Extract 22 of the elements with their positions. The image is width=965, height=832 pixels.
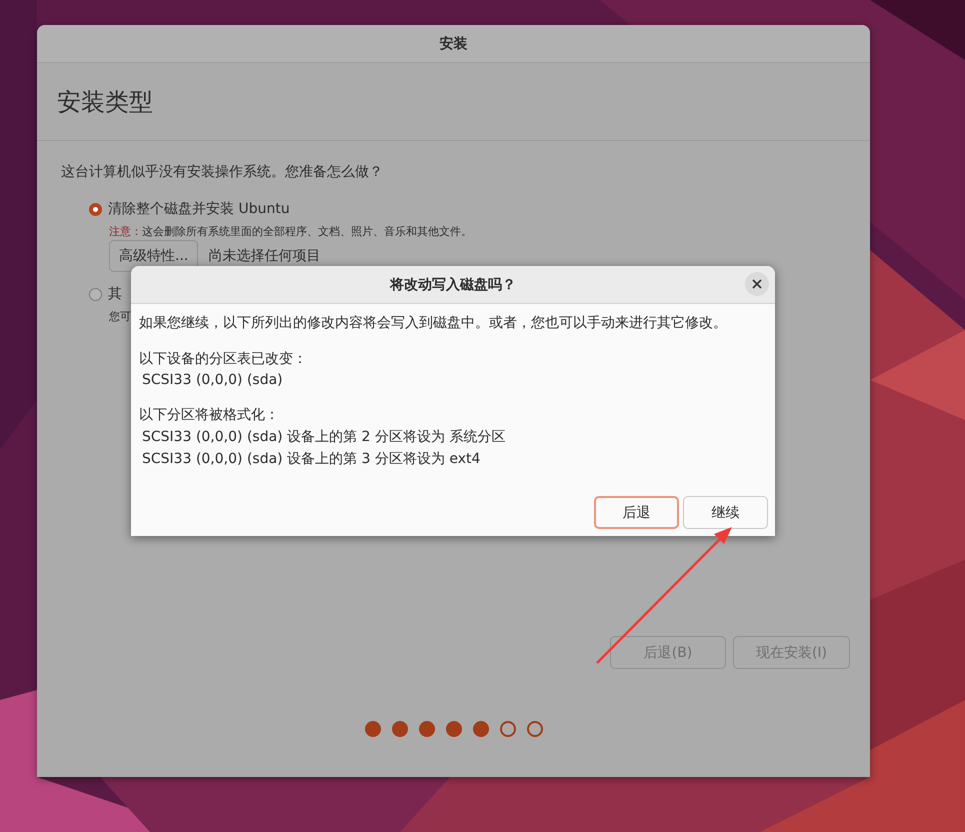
back-button[interactable]: 后退 xyxy=(594,496,679,529)
page-heading: 安装类型 xyxy=(57,86,153,118)
option-label[interactable]: 清除整个磁盘并安装 Ubuntu xyxy=(108,200,290,218)
option-label[interactable]: 其 xyxy=(108,285,122,303)
change-item: SCSI33 (0,0,0) (sda) 设备上的第 2 分区将设为 系统分区 xyxy=(142,428,506,446)
dialog-message: 如果您继续，以下所列出的修改内容将会写入到磁盘中。或者，您也可以手动来进行其它修改。 xyxy=(139,314,728,332)
question-text: 这台计算机似乎没有安装操作系统。您准备怎么做？ xyxy=(61,163,384,181)
close-button[interactable] xyxy=(745,272,769,296)
continue-button[interactable]: 继续 xyxy=(683,496,768,529)
section-heading: 以下设备的分区表已改变： xyxy=(139,350,308,368)
section-heading: 以下分区将被格式化： xyxy=(139,406,280,424)
selection-status: 尚未选择任何项目 xyxy=(208,247,320,265)
change-item: SCSI33 (0,0,0) (sda) 设备上的第 3 分区将设为 ext4 xyxy=(142,450,482,468)
radio-button[interactable] xyxy=(89,288,102,300)
change-item: SCSI33 (0,0,0) (sda) xyxy=(142,372,284,388)
close-icon xyxy=(752,279,762,289)
window-title: 安装 xyxy=(440,34,468,52)
warning-text: 这会删除所有系统里面的全部程序、文档、照片、音乐和其他文件。 xyxy=(142,225,472,238)
option-description: 您可 xyxy=(109,310,131,323)
warning-label: 注意： xyxy=(109,225,142,238)
radio-button[interactable] xyxy=(89,202,102,216)
dialog-title: 将改动写入磁盘吗？ xyxy=(390,276,516,294)
